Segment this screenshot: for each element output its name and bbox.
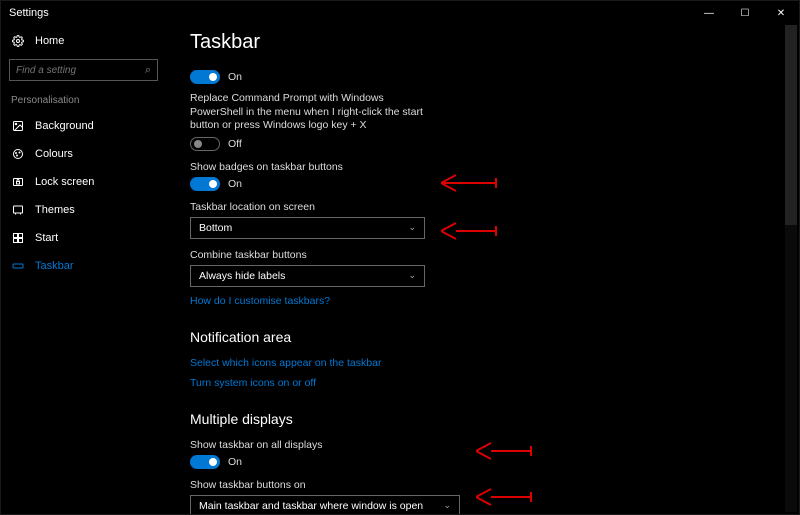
multi-show-label: Show taskbar on all displays (190, 439, 781, 451)
badges-toggle-label: On (228, 178, 242, 190)
notification-heading: Notification area (190, 329, 781, 345)
sidebar-item-home[interactable]: Home (1, 29, 166, 53)
minimize-button[interactable]: — (691, 1, 727, 25)
location-dropdown[interactable]: Bottom ⌄ (190, 217, 425, 239)
multi-show-toggle[interactable] (190, 455, 220, 469)
titlebar: Settings — ☐ ✕ (1, 1, 799, 25)
customise-link[interactable]: How do I customise taskbars? (190, 295, 781, 307)
sidebar-home-label: Home (35, 35, 64, 47)
sidebar-item-start[interactable]: Start (1, 224, 166, 252)
sidebar-section-label: Personalisation (1, 91, 166, 112)
sidebar-item-taskbar[interactable]: Taskbar (1, 252, 166, 280)
chevron-down-icon: ⌄ (443, 500, 451, 511)
multi-buttons-value: Main taskbar and taskbar where window is… (199, 500, 423, 512)
top-toggle[interactable] (190, 70, 220, 84)
image-icon (11, 120, 25, 132)
sidebar-item-background[interactable]: Background (1, 112, 166, 140)
sidebar-item-label: Start (35, 232, 58, 244)
sidebar-item-label: Themes (35, 204, 75, 216)
settings-search[interactable]: ⌕ (9, 59, 158, 81)
sidebar-item-lockscreen[interactable]: Lock screen (1, 168, 166, 196)
palette-icon (11, 148, 25, 160)
toggle-row-top: On (190, 70, 781, 84)
sidebar-item-label: Taskbar (35, 260, 74, 272)
main-panel: Taskbar On Replace Command Prompt with W… (166, 25, 799, 514)
notif-icons-link[interactable]: Select which icons appear on the taskbar (190, 357, 781, 369)
powershell-desc: Replace Command Prompt with Windows Powe… (190, 92, 430, 133)
window-controls: — ☐ ✕ (691, 1, 799, 25)
page-title: Taskbar (190, 31, 781, 54)
location-label: Taskbar location on screen (190, 201, 781, 213)
gear-icon (11, 35, 25, 47)
search-icon: ⌕ (145, 64, 151, 77)
maximize-button[interactable]: ☐ (727, 1, 763, 25)
notif-system-link[interactable]: Turn system icons on or off (190, 377, 781, 389)
lock-icon (11, 176, 25, 188)
settings-sidebar: Home ⌕ Personalisation Background Colour… (1, 25, 166, 514)
sidebar-item-colours[interactable]: Colours (1, 140, 166, 168)
sidebar-item-label: Background (35, 120, 94, 132)
badges-label: Show badges on taskbar buttons (190, 161, 781, 173)
sidebar-item-themes[interactable]: Themes (1, 196, 166, 224)
toggle-row-multi-show: On (190, 455, 781, 469)
toggle-row-powershell: Off (190, 137, 781, 151)
settings-window: Settings — ☐ ✕ Home ⌕ Personalisation (0, 0, 800, 515)
scrollbar-thumb[interactable] (785, 25, 797, 225)
window-title: Settings (9, 7, 49, 19)
brush-icon (11, 204, 25, 216)
start-icon (11, 232, 25, 244)
toggle-row-badges: On (190, 177, 781, 191)
multi-buttons-label: Show taskbar buttons on (190, 479, 781, 491)
close-button[interactable]: ✕ (763, 1, 799, 25)
multi-buttons-dropdown[interactable]: Main taskbar and taskbar where window is… (190, 495, 460, 514)
powershell-toggle[interactable] (190, 137, 220, 151)
powershell-toggle-label: Off (228, 138, 242, 150)
chevron-down-icon: ⌄ (408, 222, 416, 233)
badges-toggle[interactable] (190, 177, 220, 191)
multi-displays-heading: Multiple displays (190, 411, 781, 427)
combine-label: Combine taskbar buttons (190, 249, 781, 261)
top-toggle-label: On (228, 71, 242, 83)
content-area: Home ⌕ Personalisation Background Colour… (1, 25, 799, 514)
multi-show-toggle-label: On (228, 456, 242, 468)
chevron-down-icon: ⌄ (408, 270, 416, 281)
sidebar-item-label: Lock screen (35, 176, 94, 188)
sidebar-item-label: Colours (35, 148, 73, 160)
combine-dropdown[interactable]: Always hide labels ⌄ (190, 265, 425, 287)
search-input[interactable] (16, 65, 136, 76)
combine-value: Always hide labels (199, 270, 285, 282)
location-value: Bottom (199, 222, 232, 234)
taskbar-icon (11, 260, 25, 272)
